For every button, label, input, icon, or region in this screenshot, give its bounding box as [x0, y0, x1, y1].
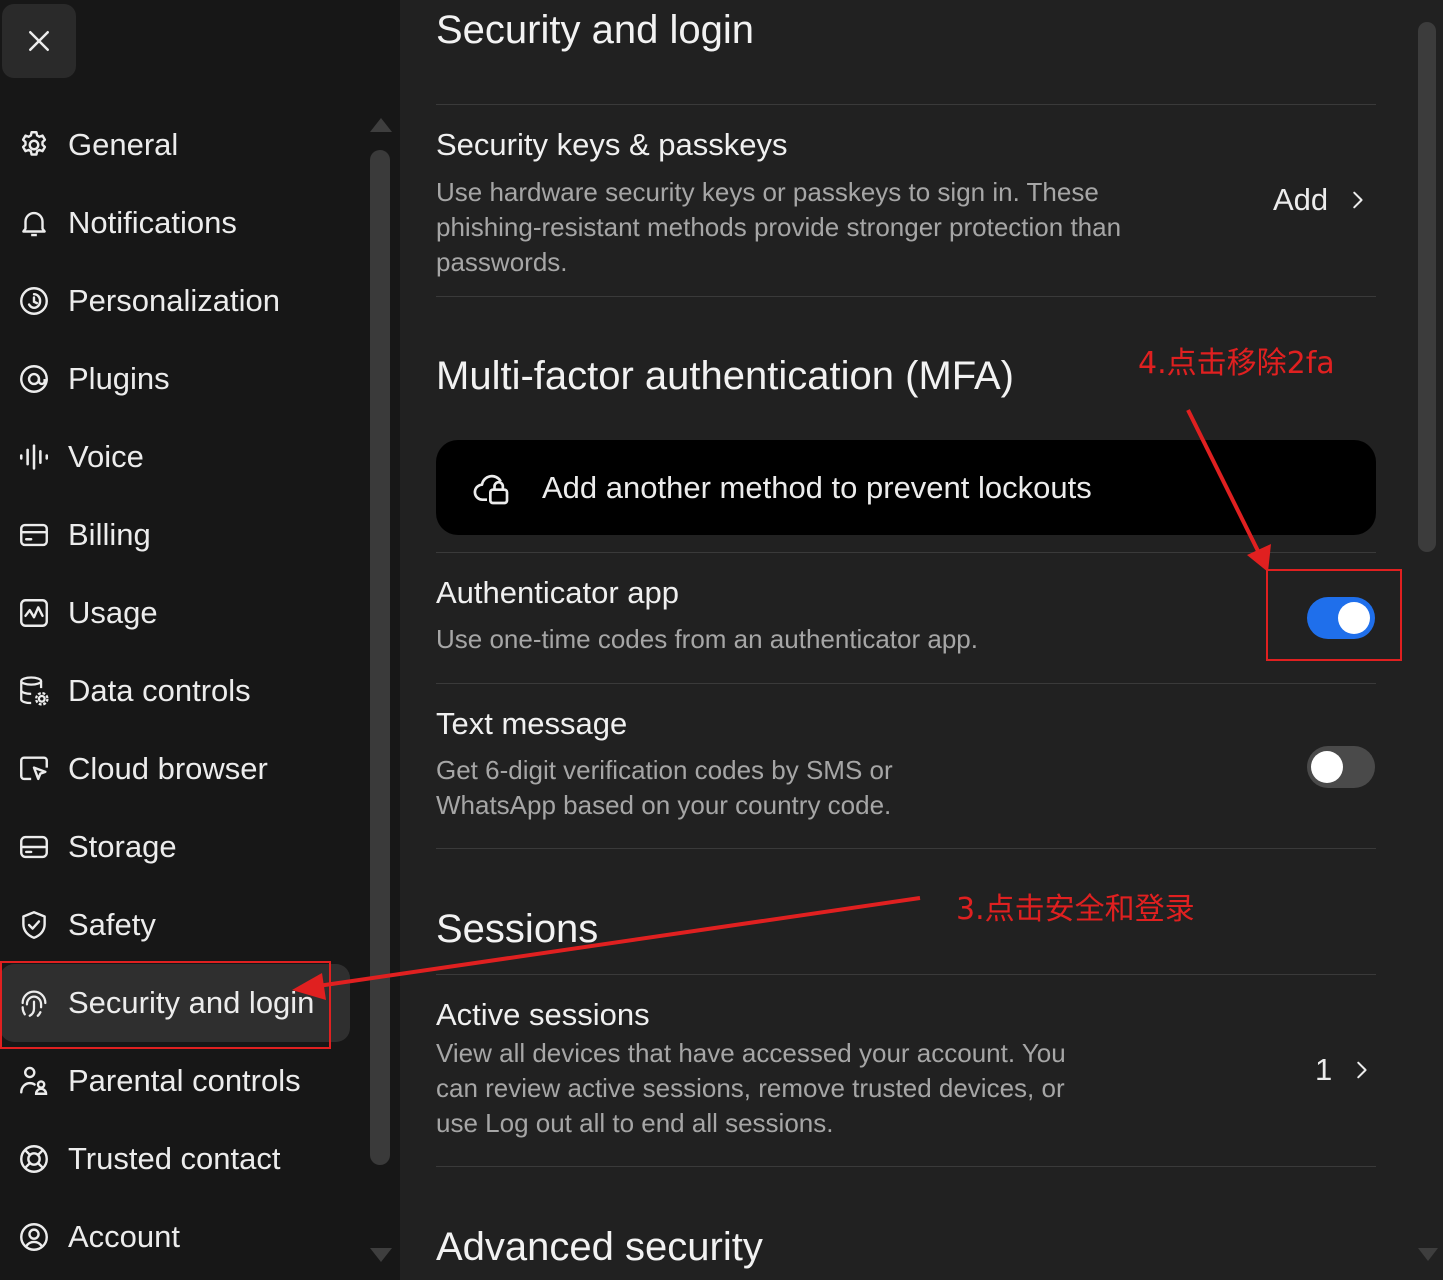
- database-gear-icon: [16, 673, 52, 709]
- bell-icon: [16, 205, 52, 241]
- text-message-title: Text message: [436, 706, 628, 741]
- sidebar-item-label: Voice: [68, 439, 144, 474]
- divider: [436, 104, 1376, 105]
- authenticator-app-description: Use one-time codes from an authenticator…: [436, 624, 978, 654]
- sidebar-item-label: Data controls: [68, 673, 251, 708]
- annotation-step3-label: 3.点击安全和登录: [956, 892, 1195, 927]
- gear-icon: [16, 127, 52, 163]
- divider: [436, 296, 1376, 297]
- page-title: Security and login: [436, 8, 754, 52]
- toggle-knob: [1311, 751, 1343, 783]
- chevron-right-icon: [1353, 191, 1363, 209]
- sidebar-item-label: Trusted contact: [68, 1141, 281, 1176]
- sidebar-item-parental-controls[interactable]: Parental controls: [0, 1042, 350, 1120]
- sessions-section-title: Sessions: [436, 907, 599, 951]
- divider: [436, 552, 1376, 553]
- sidebar-item-storage[interactable]: Storage: [0, 808, 350, 886]
- storage-drive-icon: [16, 829, 52, 865]
- cloud-browser-icon: [16, 751, 52, 787]
- settings-nav: General Notifications Personalization Pl…: [0, 106, 360, 1276]
- plugins-icon: [16, 361, 52, 397]
- sidebar-item-usage[interactable]: Usage: [0, 574, 350, 652]
- passkeys-description: Use hardware security keys or passkeys t…: [436, 177, 1122, 277]
- close-icon: [29, 31, 49, 51]
- mfa-banner-text: Add another method to prevent lockouts: [542, 469, 1092, 505]
- sidebar-item-trusted-contact[interactable]: Trusted contact: [0, 1120, 350, 1198]
- divider: [436, 683, 1376, 684]
- personalization-icon: [16, 283, 52, 319]
- sidebar-item-notifications[interactable]: Notifications: [0, 184, 350, 262]
- sidebar-item-personalization[interactable]: Personalization: [0, 262, 350, 340]
- passkeys-title: Security keys & passkeys: [436, 127, 788, 162]
- chevron-right-icon: [1357, 1061, 1367, 1079]
- mfa-section-title: Multi-factor authentication (MFA): [436, 354, 1014, 398]
- sidebar-item-voice[interactable]: Voice: [0, 418, 350, 496]
- sidebar-item-label: Account: [68, 1219, 181, 1254]
- divider: [436, 974, 1376, 975]
- active-sessions-title: Active sessions: [436, 997, 650, 1032]
- text-message-toggle[interactable]: [1307, 746, 1375, 788]
- cloud-lock-icon: [473, 474, 509, 504]
- sidebar-item-label: General: [68, 127, 179, 162]
- sidebar-scrollbar-thumb[interactable]: [370, 150, 390, 1165]
- sidebar-item-label: Notifications: [68, 205, 237, 240]
- settings-sidebar: General Notifications Personalization Pl…: [0, 0, 400, 1280]
- divider: [436, 848, 1376, 849]
- sidebar-item-cloud-browser[interactable]: Cloud browser: [0, 730, 350, 808]
- sidebar-item-label: Billing: [68, 517, 151, 552]
- sidebar-item-billing[interactable]: Billing: [0, 496, 350, 574]
- active-sessions-count: 1: [1315, 1052, 1333, 1087]
- mfa-warning-banner: Add another method to prevent lockouts: [436, 440, 1376, 535]
- sidebar-scroll-down-arrow[interactable]: [370, 1248, 392, 1262]
- account-icon: [16, 1219, 52, 1255]
- sidebar-item-label: Personalization: [68, 283, 280, 318]
- passkeys-add-button[interactable]: Add: [1273, 182, 1368, 218]
- sidebar-item-label: Storage: [68, 829, 177, 864]
- usage-chart-icon: [16, 595, 52, 631]
- advanced-security-title: Advanced security: [436, 1225, 763, 1269]
- sidebar-item-label: Safety: [68, 907, 156, 942]
- annotation-box-authenticator-toggle: [1266, 569, 1402, 661]
- content-scrollbar-thumb[interactable]: [1418, 22, 1436, 552]
- sidebar-item-general[interactable]: General: [0, 106, 350, 184]
- shield-check-icon: [16, 907, 52, 943]
- content-scroll-down-arrow[interactable]: [1418, 1248, 1438, 1261]
- parental-controls-icon: [16, 1063, 52, 1099]
- text-message-description: Get 6-digit verification codes by SMS or…: [436, 755, 893, 820]
- annotation-step4-label: 4.点击移除2fa: [1138, 346, 1335, 381]
- lifebuoy-icon: [16, 1141, 52, 1177]
- authenticator-app-title: Authenticator app: [436, 575, 680, 610]
- sidebar-item-label: Usage: [68, 595, 158, 630]
- sidebar-scroll-up-arrow[interactable]: [370, 118, 392, 132]
- sidebar-item-data-controls[interactable]: Data controls: [0, 652, 350, 730]
- divider: [436, 1166, 1376, 1167]
- close-button[interactable]: [2, 4, 76, 78]
- sidebar-item-plugins[interactable]: Plugins: [0, 340, 350, 418]
- sidebar-item-account[interactable]: Account: [0, 1198, 350, 1276]
- voice-waveform-icon: [16, 439, 52, 475]
- active-sessions-description: View all devices that have accessed your…: [436, 1038, 1066, 1138]
- sidebar-item-label: Parental controls: [68, 1063, 301, 1098]
- settings-dialog: General Notifications Personalization Pl…: [0, 0, 1443, 1280]
- sidebar-item-safety[interactable]: Safety: [0, 886, 350, 964]
- sidebar-scrollbar[interactable]: [370, 150, 390, 1165]
- credit-card-icon: [16, 517, 52, 553]
- annotation-box-security-login: [0, 961, 331, 1049]
- add-label: Add: [1273, 182, 1329, 217]
- sidebar-item-label: Cloud browser: [68, 751, 268, 786]
- sidebar-item-label: Plugins: [68, 361, 170, 396]
- active-sessions-button[interactable]: 1: [1315, 1052, 1372, 1088]
